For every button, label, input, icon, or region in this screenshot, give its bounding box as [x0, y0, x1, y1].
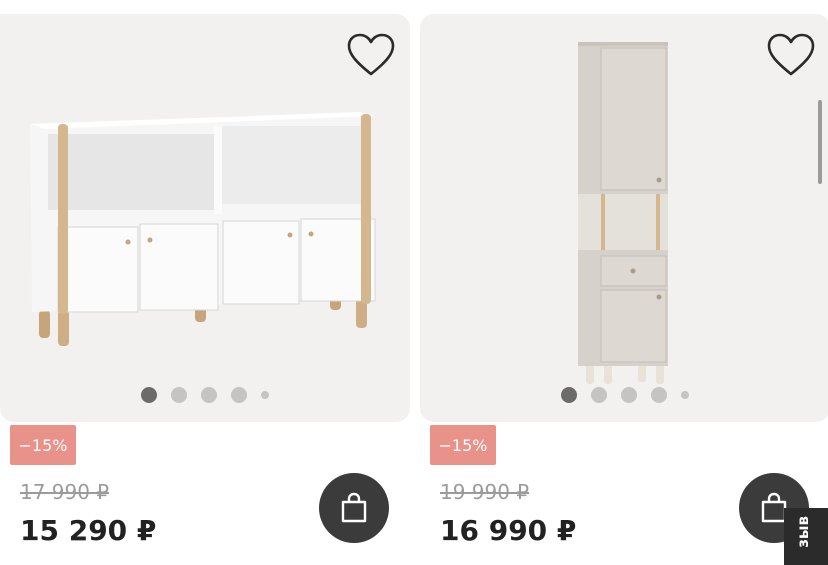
add-to-cart-button[interactable]: [319, 473, 389, 543]
heart-icon[interactable]: [346, 32, 396, 78]
scrollbar[interactable]: [818, 100, 822, 184]
old-price: 17 990 ₽: [20, 480, 110, 504]
discount-badge: −15%: [430, 425, 496, 465]
discount-badge: −15%: [10, 425, 76, 465]
carousel-dots: [0, 387, 410, 403]
old-price: 19 990 ₽: [440, 480, 530, 504]
heart-icon[interactable]: [766, 32, 816, 78]
carousel-dot[interactable]: [231, 387, 247, 403]
carousel-dot[interactable]: [621, 387, 637, 403]
carousel-dot[interactable]: [261, 391, 269, 399]
carousel-dot[interactable]: [651, 387, 667, 403]
product-image-carousel[interactable]: [0, 14, 410, 422]
price: 16 990 ₽: [440, 514, 577, 547]
feedback-tab-label: зыв: [794, 516, 812, 548]
price: 15 290 ₽: [20, 514, 157, 547]
carousel-dot[interactable]: [171, 387, 187, 403]
product-card[interactable]: −15% 19 990 ₽ 16 990 ₽: [420, 14, 828, 565]
carousel-dots: [420, 387, 828, 403]
product-image-carousel[interactable]: [420, 14, 828, 422]
carousel-dot[interactable]: [591, 387, 607, 403]
carousel-dot[interactable]: [561, 387, 577, 403]
product-card[interactable]: −15% 17 990 ₽ 15 290 ₽: [0, 14, 410, 565]
feedback-tab[interactable]: зыв: [784, 508, 828, 565]
carousel-dot[interactable]: [681, 391, 689, 399]
carousel-dot[interactable]: [201, 387, 217, 403]
carousel-dot[interactable]: [141, 387, 157, 403]
shopping-bag-icon: [341, 492, 367, 523]
